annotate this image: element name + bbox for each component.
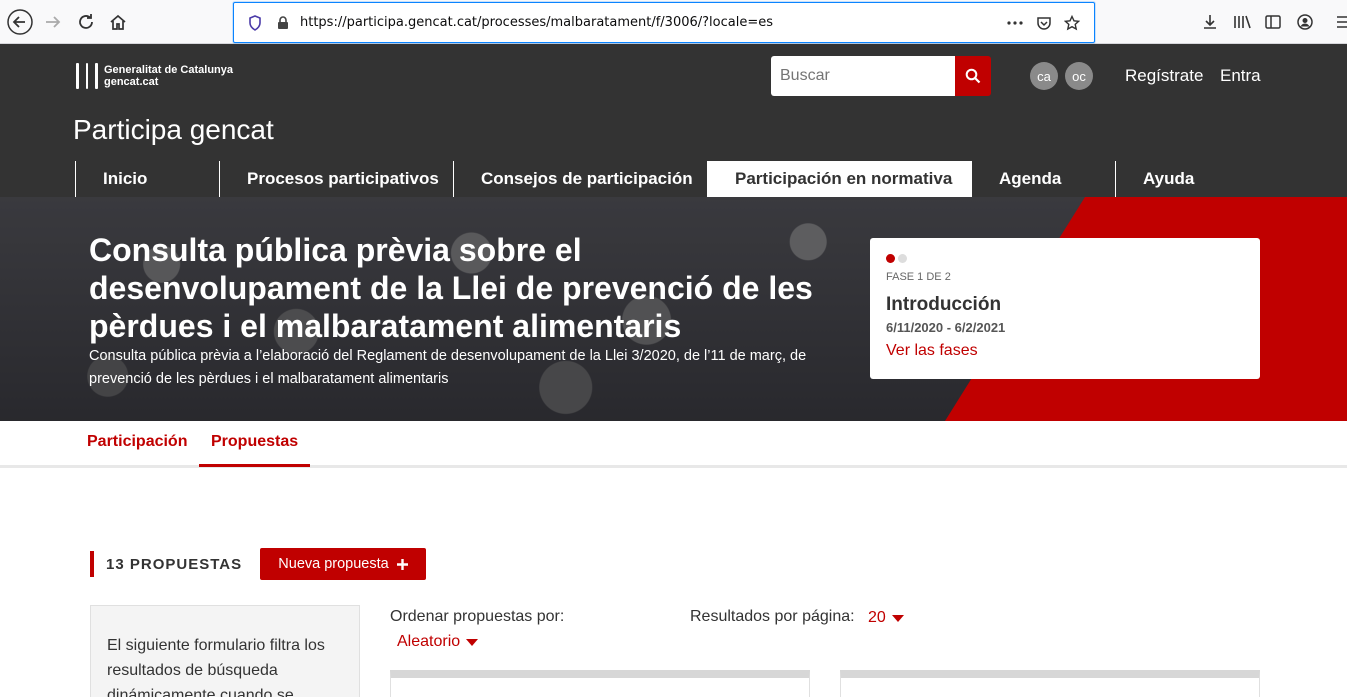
phase-name: Introducción	[886, 294, 1002, 315]
search-icon	[965, 68, 981, 84]
bookmark-star-icon[interactable]	[1063, 14, 1081, 32]
filter-description: El siguiente formulario filtra los resul…	[107, 637, 325, 697]
forward-button[interactable]	[39, 8, 67, 36]
proposal-card[interactable]	[390, 670, 810, 697]
pocket-icon[interactable]	[1035, 14, 1053, 32]
per-page-label: Resultados por página:	[690, 608, 855, 625]
phase-label: FASE 1 DE 2	[886, 271, 951, 283]
filter-panel: El siguiente formulario filtra los resul…	[90, 605, 360, 697]
sort-label: Ordenar propuestas por:	[390, 608, 565, 625]
sort-dropdown[interactable]: Aleatorio	[397, 633, 479, 651]
lang-oc-button[interactable]: oc	[1065, 62, 1093, 90]
register-link[interactable]: Regístrate	[1125, 66, 1203, 86]
url-bar[interactable]: https://participa.gencat.cat/processes/m…	[233, 2, 1095, 43]
main-nav: Inicio Procesos participativos Consejos …	[75, 161, 1259, 197]
gencat-logo[interactable]: Generalitat de Catalunya gencat.cat	[76, 63, 233, 89]
menu-icon[interactable]	[1333, 12, 1347, 32]
plus-icon	[396, 558, 408, 570]
phase-card: FASE 1 DE 2 Introducción 6/11/2020 - 6/2…	[870, 238, 1260, 379]
browser-toolbar: https://participa.gencat.cat/processes/m…	[0, 0, 1347, 44]
library-icon[interactable]	[1232, 12, 1252, 32]
forward-icon	[46, 16, 61, 28]
back-button[interactable]	[6, 8, 34, 36]
downloads-icon[interactable]	[1200, 12, 1220, 32]
gencat-logo-icon	[76, 63, 98, 89]
chevron-down-icon	[466, 638, 479, 646]
lang-ca-button[interactable]: ca	[1030, 62, 1058, 90]
home-icon	[110, 14, 126, 30]
tracking-protection-icon[interactable]	[246, 14, 264, 32]
view-phases-link[interactable]: Ver las fases	[886, 342, 978, 360]
nav-item-consejos[interactable]: Consejos de participación	[453, 161, 707, 197]
back-icon	[7, 9, 33, 35]
home-button[interactable]	[104, 8, 132, 36]
site-title[interactable]: Participa gencat	[73, 114, 274, 146]
proposal-card[interactable]	[840, 670, 1260, 697]
nav-item-inicio[interactable]: Inicio	[75, 161, 219, 197]
active-tab-indicator	[199, 464, 310, 467]
proposals-count: 13 PROPUESTAS	[90, 551, 242, 577]
sidebar-icon[interactable]	[1263, 12, 1283, 32]
search-button[interactable]	[955, 56, 991, 96]
process-title: Consulta pública prèvia sobre el desenvo…	[89, 232, 813, 344]
chevron-down-icon	[891, 614, 904, 622]
new-proposal-label: Nueva propuesta	[278, 556, 389, 572]
logo-line2: gencat.cat	[104, 76, 159, 88]
process-subtitle: Consulta pública prèvia a l’elaboració d…	[89, 348, 807, 387]
per-page-dropdown[interactable]: 20	[868, 609, 904, 627]
site-header: Generalitat de Catalunya gencat.cat ca o…	[0, 44, 1347, 197]
nav-item-ayuda[interactable]: Ayuda	[1115, 161, 1259, 197]
tab-proposals[interactable]: Propuestas	[211, 433, 298, 451]
reload-icon	[79, 14, 93, 29]
url-text[interactable]: https://participa.gencat.cat/processes/m…	[300, 15, 773, 30]
nav-item-normativa[interactable]: Participación en normativa	[707, 161, 971, 197]
login-link[interactable]: Entra	[1220, 66, 1261, 86]
lock-icon[interactable]	[274, 14, 292, 32]
phase-progress-dots	[886, 254, 907, 263]
nav-item-agenda[interactable]: Agenda	[971, 161, 1115, 197]
reload-button[interactable]	[72, 8, 100, 36]
process-hero: Consulta pública prèvia sobre el desenvo…	[0, 197, 1347, 421]
sort-value: Aleatorio	[397, 633, 461, 650]
new-proposal-button[interactable]: Nueva propuesta	[260, 548, 426, 580]
logo-line1: Generalitat de Catalunya	[104, 64, 233, 76]
process-tabs: Participación Propuestas	[0, 421, 1347, 468]
tab-participation[interactable]: Participación	[87, 433, 187, 451]
phase-dates: 6/11/2020 - 6/2/2021	[886, 320, 1006, 335]
account-icon[interactable]	[1295, 12, 1315, 32]
search-input[interactable]	[771, 56, 955, 96]
nav-item-procesos[interactable]: Procesos participativos	[219, 161, 453, 197]
page-actions-icon[interactable]	[1006, 14, 1024, 32]
per-page-value: 20	[868, 609, 886, 626]
